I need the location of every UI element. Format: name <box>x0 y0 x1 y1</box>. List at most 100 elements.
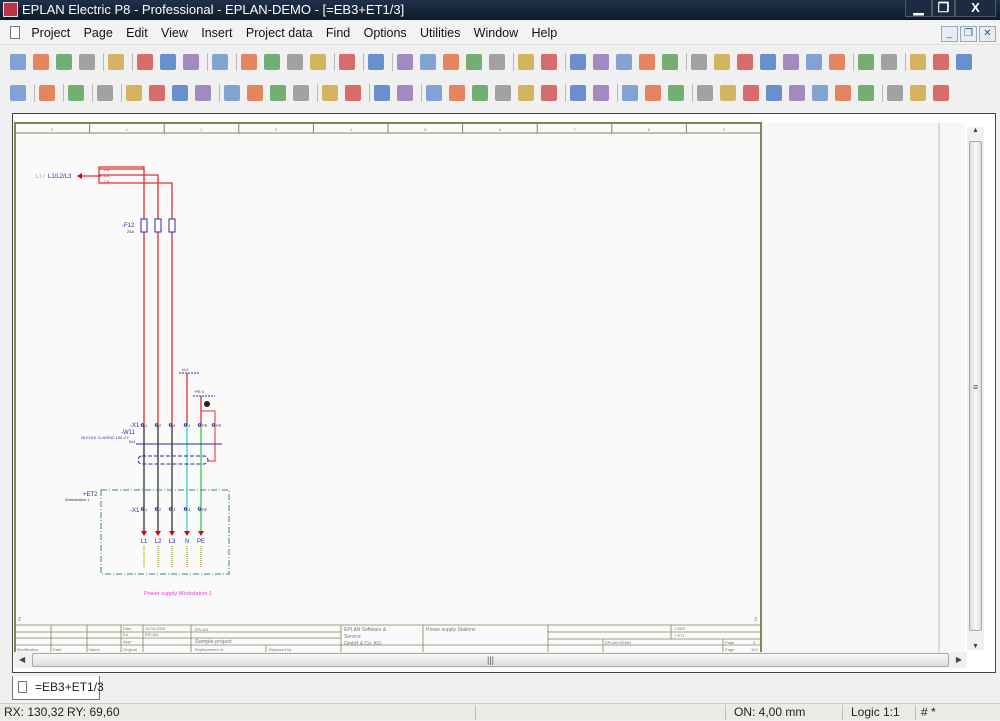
angle-top-right-icon[interactable] <box>149 85 165 101</box>
jumper-b-icon[interactable] <box>345 85 361 101</box>
plc-b-icon[interactable] <box>743 85 759 101</box>
redo-icon[interactable] <box>287 54 303 70</box>
menu-insert[interactable]: Insert <box>196 21 237 45</box>
forward-icon[interactable] <box>541 54 557 70</box>
connection-break-icon[interactable] <box>910 54 926 70</box>
structure-box-icon[interactable] <box>835 85 851 101</box>
snap-grid-b-icon[interactable] <box>593 54 609 70</box>
symbol-icon[interactable] <box>760 54 776 70</box>
find-replace-icon[interactable] <box>881 54 897 70</box>
diagonal-icon[interactable] <box>397 85 413 101</box>
new-project-icon[interactable] <box>33 54 49 70</box>
scroll-left-icon[interactable]: ◀ <box>19 652 25 668</box>
image-icon[interactable] <box>593 85 609 101</box>
horizontal-scroll-thumb[interactable]: ||| <box>32 653 949 667</box>
fuse-symbols[interactable] <box>140 218 176 233</box>
zoom-in-icon[interactable] <box>443 54 459 70</box>
scroll-up-icon[interactable]: ▲ <box>967 127 984 134</box>
macro-icon[interactable] <box>829 54 845 70</box>
plc-c-icon[interactable] <box>766 85 782 101</box>
schematic-page[interactable]: 0123456789 2 3 L1 / L1/L2/L3 L11L21L31 -… <box>13 114 995 654</box>
black-box-icon[interactable] <box>812 85 828 101</box>
menu-window[interactable]: Window <box>469 21 523 45</box>
vertical-scrollbar[interactable]: ▲ ≡ ▼ <box>967 127 984 650</box>
zoom-window-icon[interactable] <box>420 54 436 70</box>
t-node-c-icon[interactable] <box>270 85 286 101</box>
menu-find[interactable]: Find <box>321 21 355 45</box>
hatch-icon[interactable] <box>910 85 926 101</box>
open-project-icon[interactable] <box>10 54 26 70</box>
zoom-out-icon[interactable] <box>466 54 482 70</box>
page-tab[interactable]: =EB3+ET1/3 <box>12 676 104 700</box>
snap-grid-c-icon[interactable] <box>616 54 632 70</box>
menu-options[interactable]: Options <box>359 21 412 45</box>
link-icon[interactable] <box>806 54 822 70</box>
scroll-down-icon[interactable]: ▼ <box>967 643 984 650</box>
settings-wrench-icon[interactable] <box>108 54 124 70</box>
undo-icon[interactable] <box>264 54 280 70</box>
interruption-icon[interactable] <box>374 85 390 101</box>
jumper-a-icon[interactable] <box>322 85 338 101</box>
redo-list-icon[interactable] <box>310 54 326 70</box>
shield-icon[interactable] <box>645 85 661 101</box>
refresh-icon[interactable] <box>397 54 413 70</box>
page-back-icon[interactable] <box>495 85 511 101</box>
document-icon[interactable] <box>10 26 20 39</box>
zoom-100-icon[interactable] <box>489 54 505 70</box>
snap-grid-d-icon[interactable] <box>639 54 655 70</box>
cable-icon[interactable] <box>933 54 949 70</box>
connection-icon[interactable] <box>783 54 799 70</box>
menu-utilities[interactable]: Utilities <box>415 21 465 45</box>
device-icon[interactable] <box>39 85 55 101</box>
menu-project[interactable]: Project <box>26 21 75 45</box>
vertical-scroll-thumb[interactable]: ≡ <box>969 141 982 631</box>
page-new-icon[interactable] <box>426 85 442 101</box>
terminal-icon[interactable] <box>68 85 84 101</box>
plc-d-icon[interactable] <box>789 85 805 101</box>
page-navigator-icon[interactable] <box>10 85 26 101</box>
page-open-icon[interactable] <box>449 85 465 101</box>
window-close-button[interactable]: X <box>955 0 996 17</box>
t-node-b-icon[interactable] <box>247 85 263 101</box>
form-icon[interactable] <box>887 85 903 101</box>
pot-def-icon[interactable] <box>668 85 684 101</box>
copy-icon[interactable] <box>160 54 176 70</box>
snap-to-object-icon[interactable] <box>714 54 730 70</box>
undo-list-icon[interactable] <box>241 54 257 70</box>
print-icon[interactable] <box>79 54 95 70</box>
center-icon[interactable] <box>737 54 753 70</box>
cross-icon[interactable] <box>956 54 972 70</box>
snap-grid-a-icon[interactable] <box>570 54 586 70</box>
cable-def-icon[interactable] <box>622 85 638 101</box>
angle-bottom-right-icon[interactable] <box>195 85 211 101</box>
plc-a-icon[interactable] <box>720 85 736 101</box>
snap-grid-e-icon[interactable] <box>662 54 678 70</box>
eplan-app-icon[interactable] <box>3 2 18 17</box>
cut-icon[interactable] <box>137 54 153 70</box>
find-icon[interactable] <box>858 54 874 70</box>
page-copy-icon[interactable] <box>472 85 488 101</box>
properties-icon[interactable] <box>339 54 355 70</box>
menu-help[interactable]: Help <box>526 21 562 45</box>
graphics-preview-icon[interactable] <box>368 54 384 70</box>
menu-project-data[interactable]: Project data <box>241 21 318 45</box>
angle-top-left-icon[interactable] <box>126 85 142 101</box>
t-node-a-icon[interactable] <box>224 85 240 101</box>
grid-icon[interactable] <box>691 54 707 70</box>
potential-icon[interactable] <box>97 85 113 101</box>
paste-icon[interactable] <box>183 54 199 70</box>
t-node-d-icon[interactable] <box>293 85 309 101</box>
terminal-strip-icon[interactable] <box>697 85 713 101</box>
mdi-close-button[interactable]: ✕ <box>979 26 996 42</box>
mdi-restore-button[interactable]: ❐ <box>960 26 977 42</box>
window-minimize-button[interactable]: ▁ <box>905 0 932 17</box>
text-icon[interactable] <box>570 85 586 101</box>
menu-edit[interactable]: Edit <box>121 21 153 45</box>
bus-icon[interactable] <box>858 85 874 101</box>
mdi-minimize-button[interactable]: _ <box>941 26 958 42</box>
dimension-icon[interactable] <box>933 85 949 101</box>
graphical-editor[interactable]: 0123456789 2 3 L1 / L1/L2/L3 L11 L21 L31 -… <box>12 113 996 673</box>
page-prev-icon[interactable] <box>518 85 534 101</box>
delete-icon[interactable] <box>212 54 228 70</box>
menu-view[interactable]: View <box>156 21 193 45</box>
